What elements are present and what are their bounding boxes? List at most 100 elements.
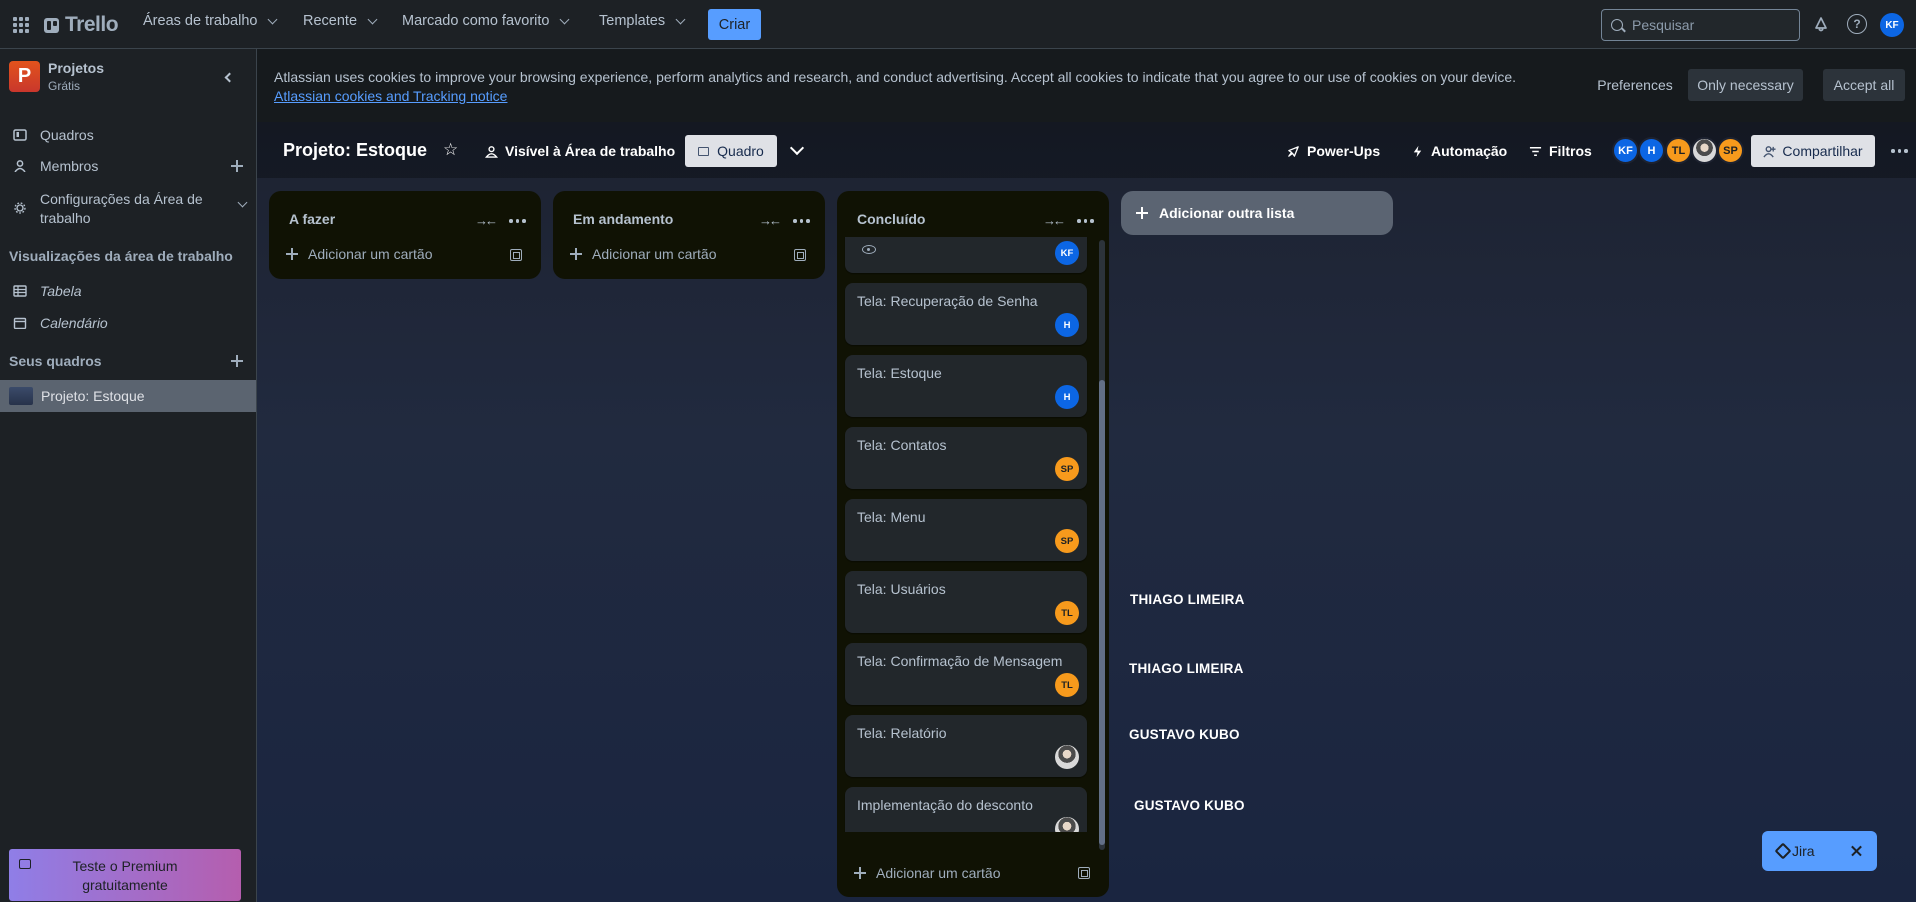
powerups-button[interactable]: Power-Ups [1287, 135, 1380, 167]
collapse-list-icon[interactable]: →← [1043, 213, 1066, 228]
card[interactable]: Tela: Usuários TL [845, 571, 1087, 633]
collapse-list-icon[interactable]: →← [475, 213, 498, 228]
card[interactable]: Tela: Relatório [845, 715, 1087, 777]
card-member-avatar[interactable] [1055, 817, 1079, 832]
board-title[interactable]: Projeto: Estoque [283, 140, 427, 161]
filters-button[interactable]: Filtros [1529, 135, 1592, 167]
card[interactable]: Tela: Recuperação de Senha H [845, 283, 1087, 345]
board-header: Projeto: Estoque ☆ Visível à Área de tra… [257, 122, 1916, 178]
collapse-list-icon[interactable]: →← [759, 213, 782, 228]
automation-label: Automação [1431, 143, 1508, 159]
gear-icon [14, 202, 26, 214]
menu-recent[interactable]: Recente [303, 13, 378, 29]
powerups-label: Power-Ups [1307, 143, 1381, 159]
plus-icon [1136, 207, 1148, 219]
add-card-button[interactable]: Adicionar um cartão [286, 246, 433, 262]
plus-icon [570, 248, 582, 260]
member-avatar[interactable]: KF [1612, 137, 1639, 164]
sidebar-item-members[interactable]: Membros [0, 156, 256, 176]
views-section-title: Visualizações da área de trabalho [9, 248, 233, 264]
cookie-only-necessary-button[interactable]: Only necessary [1688, 69, 1803, 101]
card-template-icon[interactable] [1078, 867, 1090, 879]
plus-icon [286, 248, 298, 260]
trello-logo[interactable]: Trello [44, 13, 119, 37]
card-template-icon[interactable] [510, 249, 522, 261]
sidebar-item-boards[interactable]: Quadros [0, 125, 256, 145]
sidebar-item-table[interactable]: Tabela [0, 281, 256, 301]
user-avatar[interactable]: KF [1880, 13, 1904, 37]
cookie-message: Atlassian uses cookies to improve your b… [274, 69, 1517, 85]
top-navigation: Trello Áreas de trabalho Recente Marcado… [0, 0, 1916, 49]
automation-button[interactable]: Automação [1411, 135, 1507, 167]
member-avatar[interactable]: H [1638, 137, 1665, 164]
menu-workspaces[interactable]: Áreas de trabalho [143, 13, 278, 29]
card-title: Tela: Usuários [857, 581, 946, 597]
people-icon [485, 145, 498, 158]
jira-label: Jira [1792, 843, 1815, 859]
board-view-button[interactable]: Quadro [685, 135, 777, 167]
visibility-button[interactable]: Visível à Área de trabalho [485, 135, 675, 167]
list-title[interactable]: A fazer [289, 211, 335, 227]
card[interactable]: Tela: Menu SP [845, 499, 1087, 561]
close-icon[interactable] [1846, 840, 1868, 862]
add-card-label: Adicionar um cartão [308, 246, 433, 262]
sidebar-item-calendar[interactable]: Calendário [0, 313, 256, 333]
search-icon [1611, 19, 1623, 31]
list-scrollbar-thumb[interactable] [1099, 380, 1105, 845]
card[interactable]: Implementação do desconto [845, 787, 1087, 832]
premium-trial-button[interactable]: Teste o Premium gratuitamente [9, 849, 241, 901]
member-avatar[interactable]: SP [1717, 137, 1744, 164]
notifications-bell-icon[interactable] [1811, 14, 1831, 34]
menu-starred[interactable]: Marcado como favorito [402, 13, 570, 29]
cookie-preferences-button[interactable]: Preferences [1582, 69, 1688, 101]
calendar-icon [13, 317, 27, 329]
add-list-button[interactable]: Adicionar outra lista [1121, 191, 1393, 235]
card[interactable]: Tela: Estoque H [845, 355, 1087, 417]
workspace-logo: P [9, 61, 40, 92]
card[interactable]: Tela: Contatos SP [845, 427, 1087, 489]
card-member-avatar[interactable]: SP [1055, 457, 1079, 481]
cookie-text: Atlassian uses cookies to improve your b… [274, 68, 1574, 106]
list-title[interactable]: Em andamento [573, 211, 673, 227]
star-icon[interactable]: ☆ [443, 141, 459, 158]
card-member-avatar[interactable]: H [1055, 385, 1079, 409]
add-member-icon[interactable] [231, 160, 243, 172]
workspace-header: P Projetos Grátis [9, 60, 104, 93]
add-card-button[interactable]: Adicionar um cartão [854, 865, 1001, 881]
board-menu-icon[interactable] [1891, 149, 1908, 153]
search-input[interactable]: Pesquisar [1601, 9, 1800, 41]
jira-widget[interactable]: Jira [1762, 831, 1877, 871]
card[interactable]: Tela: Confirmação de Mensagem TL [845, 643, 1087, 705]
list-menu-icon[interactable] [793, 219, 810, 223]
search-placeholder: Pesquisar [1632, 17, 1695, 33]
card-member-avatar[interactable]: KF [1055, 241, 1079, 265]
share-button[interactable]: Compartilhar [1751, 135, 1875, 167]
add-card-label: Adicionar um cartão [592, 246, 717, 262]
card[interactable]: KF [845, 237, 1087, 273]
list-menu-icon[interactable] [1077, 219, 1094, 223]
card-member-avatar[interactable]: H [1055, 313, 1079, 337]
card-template-icon[interactable] [794, 249, 806, 261]
card-member-avatar[interactable]: SP [1055, 529, 1079, 553]
member-avatar[interactable]: TL [1665, 137, 1692, 164]
collapse-sidebar-button[interactable] [216, 65, 240, 89]
help-icon[interactable]: ? [1847, 14, 1867, 34]
add-card-button[interactable]: Adicionar um cartão [570, 246, 717, 262]
sidebar-item-settings[interactable]: Configurações da Área de trabalho [0, 187, 256, 231]
app-switcher-icon[interactable] [10, 14, 32, 36]
view-switcher-chevron-icon[interactable] [789, 140, 805, 156]
menu-templates[interactable]: Templates [599, 13, 686, 29]
create-button[interactable]: Criar [708, 9, 761, 40]
member-avatar[interactable] [1691, 137, 1718, 164]
card-member-avatar[interactable] [1055, 745, 1079, 769]
add-board-icon[interactable] [231, 355, 243, 367]
list-todo: A fazer →← Adicionar um cartão [269, 191, 541, 279]
list-menu-icon[interactable] [509, 219, 526, 223]
sidebar-item-active-board[interactable]: Projeto: Estoque [0, 380, 256, 412]
list-title[interactable]: Concluído [857, 211, 925, 227]
annotation-text: THIAGO LIMEIRA [1129, 661, 1244, 676]
cookie-notice-link[interactable]: Atlassian cookies and Tracking notice [274, 88, 507, 104]
card-member-avatar[interactable]: TL [1055, 601, 1079, 625]
cookie-accept-all-button[interactable]: Accept all [1823, 69, 1905, 101]
card-member-avatar[interactable]: TL [1055, 673, 1079, 697]
